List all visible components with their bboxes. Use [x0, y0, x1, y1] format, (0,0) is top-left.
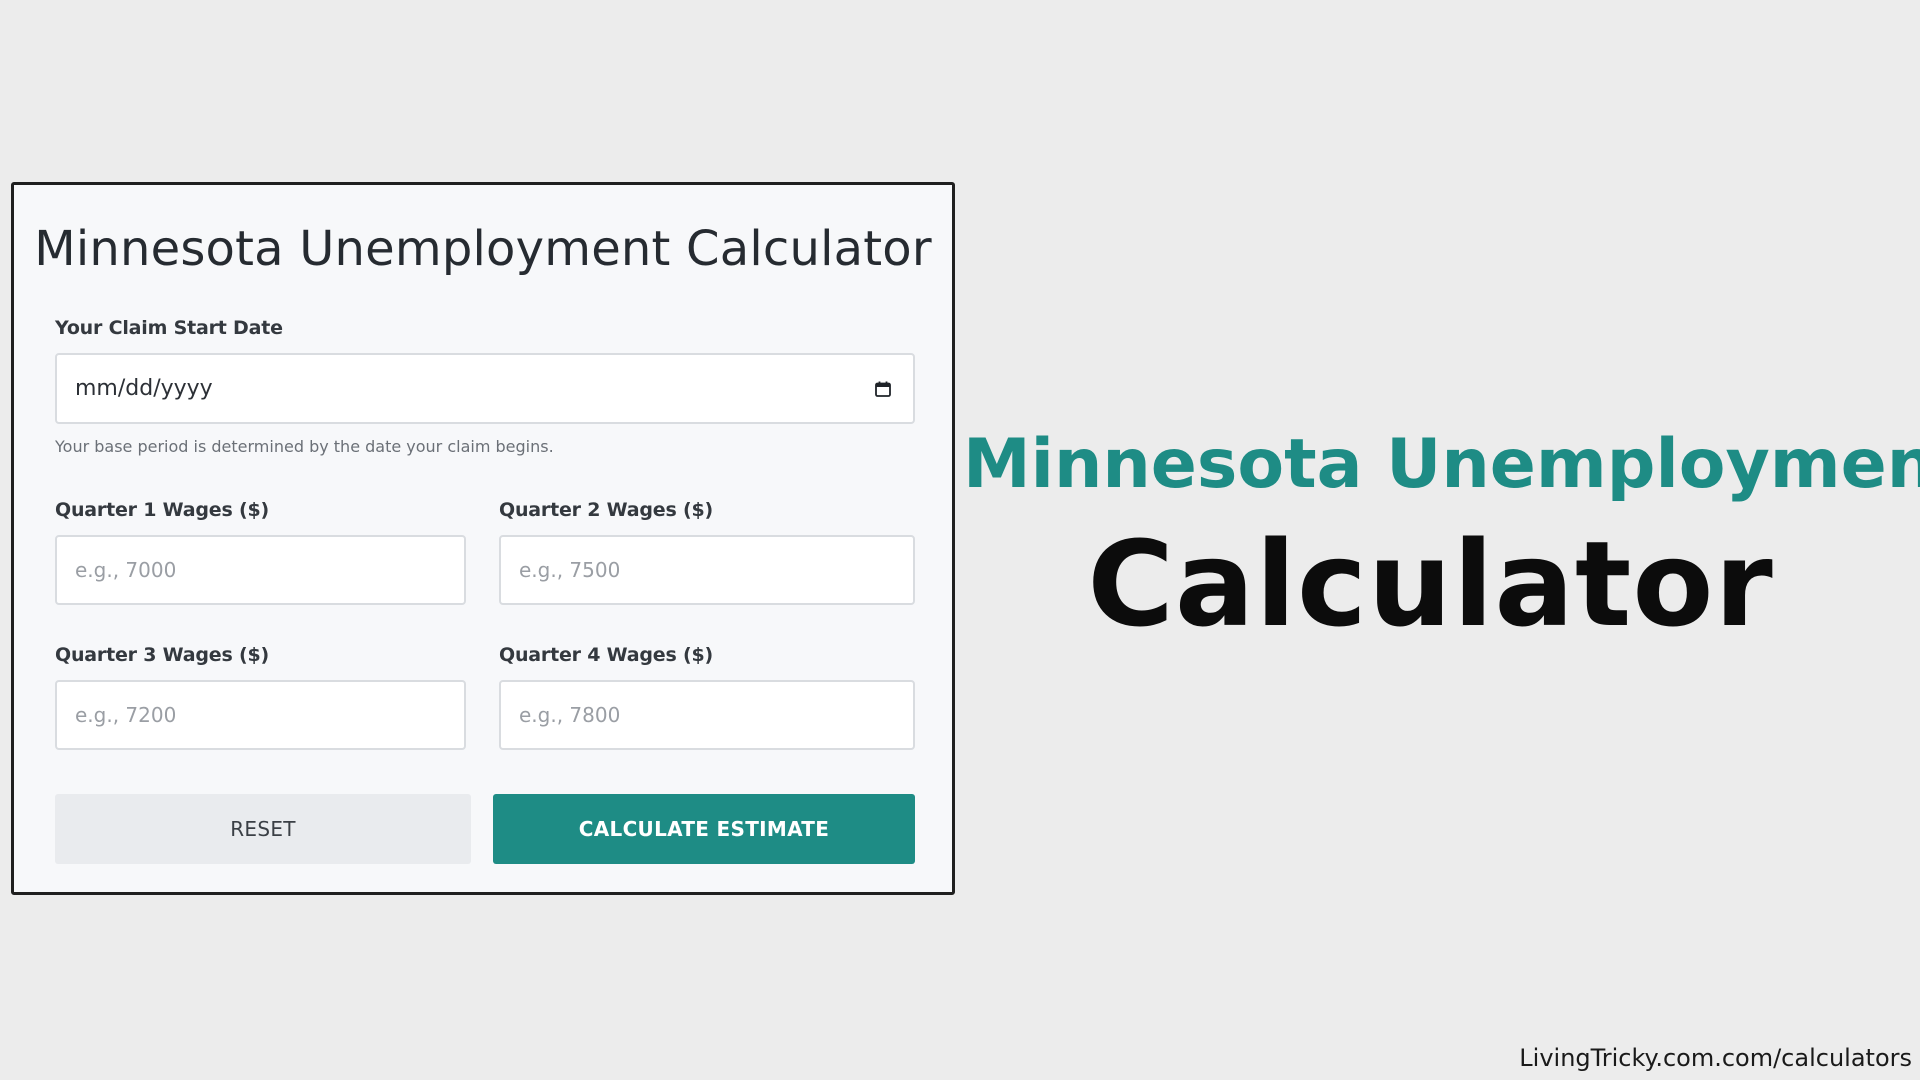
claim-date-value: mm/dd/yyyy — [75, 376, 213, 401]
card-title: Minnesota Unemployment Calculator — [34, 221, 932, 277]
claim-date-input[interactable]: mm/dd/yyyy — [55, 353, 915, 424]
quarter-1-placeholder: e.g., 7000 — [75, 558, 177, 582]
quarter-4-input[interactable]: e.g., 7800 — [499, 680, 915, 750]
calculate-estimate-button[interactable]: CALCULATE ESTIMATE — [493, 794, 915, 864]
canvas: Minnesota Unemployment Calculator Your C… — [0, 0, 1920, 1080]
calendar-icon[interactable] — [875, 381, 891, 397]
claim-date-label: Your Claim Start Date — [55, 317, 283, 339]
headline-line-2: Calculator — [1087, 515, 1774, 653]
headline-line-1: Minnesota Unemployment — [963, 425, 1920, 504]
reset-button[interactable]: RESET — [55, 794, 471, 864]
quarter-2-input[interactable]: e.g., 7500 — [499, 535, 915, 605]
quarter-4-placeholder: e.g., 7800 — [519, 703, 621, 727]
quarter-1-input[interactable]: e.g., 7000 — [55, 535, 466, 605]
claim-date-hint: Your base period is determined by the da… — [55, 437, 554, 456]
calculator-card: Minnesota Unemployment Calculator Your C… — [11, 182, 955, 895]
quarter-2-label: Quarter 2 Wages ($) — [499, 499, 713, 521]
quarter-1-label: Quarter 1 Wages ($) — [55, 499, 269, 521]
quarter-4-label: Quarter 4 Wages ($) — [499, 644, 713, 666]
quarter-2-placeholder: e.g., 7500 — [519, 558, 621, 582]
quarter-3-label: Quarter 3 Wages ($) — [55, 644, 269, 666]
footer-url: LivingTricky.com.com/calculators — [1519, 1044, 1912, 1072]
quarter-3-input[interactable]: e.g., 7200 — [55, 680, 466, 750]
quarter-3-placeholder: e.g., 7200 — [75, 703, 177, 727]
